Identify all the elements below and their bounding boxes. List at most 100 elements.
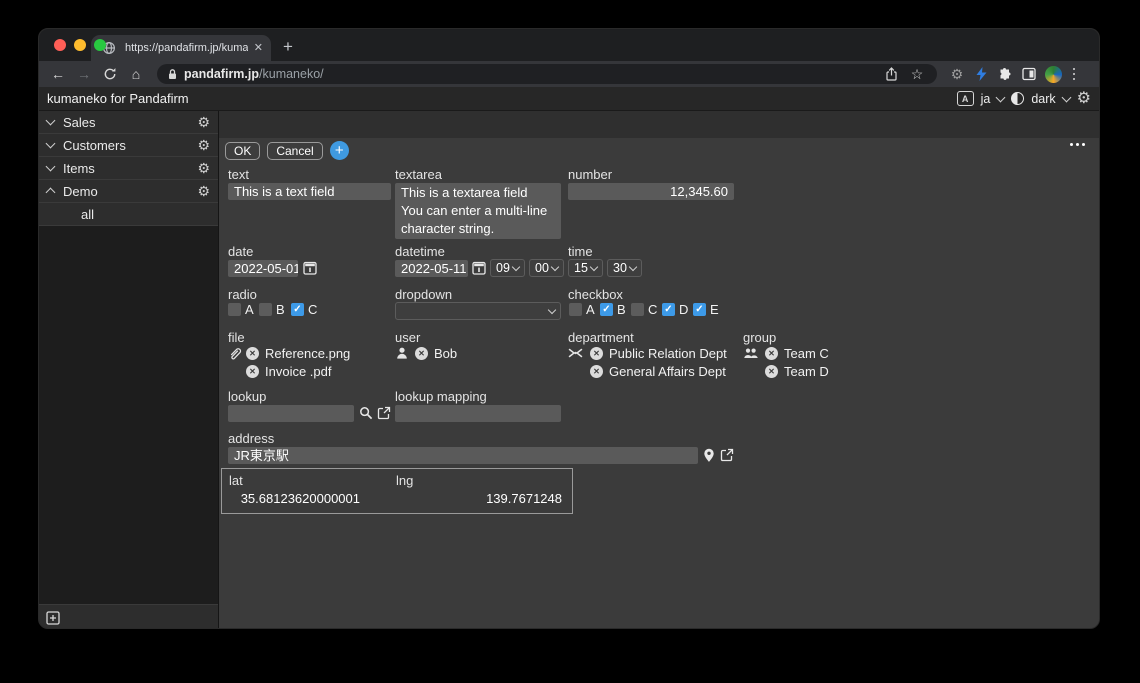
- settings-gear-icon[interactable]: ⚙: [1077, 91, 1091, 107]
- close-tab-icon[interactable]: ✕: [264, 120, 273, 131]
- lookup-input[interactable]: [228, 405, 354, 422]
- field-label-address: address: [228, 431, 274, 446]
- field-label-file: file: [228, 330, 245, 345]
- sidebar-item-items[interactable]: Items ⚙: [39, 157, 218, 180]
- department-name: Public Relation Dept: [609, 346, 727, 361]
- sidebar-item-sales[interactable]: Sales ⚙: [39, 111, 218, 134]
- maximize-window-button[interactable]: [94, 39, 106, 51]
- remove-group-icon[interactable]: ✕: [765, 347, 778, 360]
- map-pin-icon[interactable]: [703, 448, 715, 463]
- number-input[interactable]: 12,345.60: [568, 183, 734, 200]
- browser-toolbar: ← → ⌂ pandafirm.jp/kumaneko/ ☆ ⚙: [39, 61, 1099, 87]
- radio-option-a[interactable]: ✓: [228, 303, 241, 316]
- lightning-extension-icon[interactable]: [971, 64, 991, 84]
- reload-icon[interactable]: [99, 67, 121, 81]
- time-minute-select[interactable]: 30: [607, 259, 642, 277]
- lookup-mapping-input[interactable]: [395, 405, 561, 422]
- sidebar-empty-area: [39, 226, 218, 604]
- field-label-department: department: [568, 330, 634, 345]
- dropdown-select[interactable]: [395, 302, 561, 320]
- profile-avatar[interactable]: [1043, 64, 1063, 84]
- address-input[interactable]: JR東京駅: [228, 447, 698, 464]
- text-input[interactable]: This is a text field: [228, 183, 391, 200]
- datetime-date-input[interactable]: 2022-05-11: [395, 260, 468, 277]
- sidebar-item-demo[interactable]: Demo ⚙: [39, 180, 218, 203]
- sidebar-item-demo-all[interactable]: all: [39, 203, 218, 226]
- back-icon[interactable]: ←: [47, 66, 69, 82]
- theme-contrast-icon[interactable]: [1011, 92, 1024, 105]
- group-name: Team C: [784, 346, 829, 361]
- cancel-button[interactable]: Cancel: [267, 142, 322, 160]
- close-tab-icon[interactable]: ✕: [254, 43, 263, 54]
- remove-file-icon[interactable]: ✕: [246, 365, 259, 378]
- file-chip: ✕ Reference.png: [246, 346, 350, 361]
- close-tab-icon[interactable]: ✕: [243, 120, 252, 131]
- language-select-value[interactable]: ja: [981, 92, 991, 106]
- chevron-down-icon: [46, 116, 56, 126]
- checkbox-option-label: D: [679, 302, 688, 317]
- bookmark-star-icon[interactable]: ☆: [907, 64, 927, 84]
- field-label-datetime: datetime: [395, 244, 445, 259]
- radio-option-c[interactable]: ✓: [291, 303, 304, 316]
- customers-gear-icon[interactable]: ⚙: [197, 138, 210, 152]
- open-external-icon[interactable]: [720, 448, 734, 462]
- minimize-window-button[interactable]: [74, 39, 86, 51]
- department-chip: ✕ Public Relation Dept: [590, 346, 727, 361]
- textarea-input[interactable]: This is a textarea field You can enter a…: [395, 183, 561, 239]
- share-icon[interactable]: [881, 64, 901, 84]
- file-name: Reference.png: [265, 346, 350, 361]
- checkbox-option-a[interactable]: ✓: [569, 303, 582, 316]
- time-hour-select[interactable]: 15: [568, 259, 603, 277]
- calendar-icon[interactable]: [472, 261, 486, 275]
- sidebar-item-label: Demo: [63, 184, 188, 199]
- items-gear-icon[interactable]: ⚙: [197, 161, 210, 175]
- open-external-icon[interactable]: [377, 406, 391, 420]
- datetime-hour-select[interactable]: 09: [490, 259, 525, 277]
- sidebar-item-customers[interactable]: Customers ⚙: [39, 134, 218, 157]
- add-app-icon[interactable]: [46, 611, 60, 625]
- browser-menu-icon[interactable]: [1067, 68, 1081, 81]
- address-bar[interactable]: pandafirm.jp/kumaneko/ ☆: [157, 64, 937, 84]
- search-icon[interactable]: [359, 406, 373, 420]
- remove-file-icon[interactable]: ✕: [246, 347, 259, 360]
- group-icon[interactable]: [743, 346, 759, 360]
- theme-chevron-down-icon[interactable]: [1061, 92, 1071, 102]
- close-window-button[interactable]: [54, 39, 66, 51]
- checkbox-option-c[interactable]: ✓: [631, 303, 644, 316]
- forward-icon[interactable]: →: [73, 66, 95, 82]
- department-icon[interactable]: [568, 346, 583, 360]
- user-chip: ✕ Bob: [415, 346, 457, 361]
- add-button[interactable]: +: [330, 141, 349, 160]
- browser-tab[interactable]: https://pandafirm.jp/kumaneko ✕: [91, 35, 271, 61]
- remove-group-icon[interactable]: ✕: [765, 365, 778, 378]
- radio-option-label: C: [308, 302, 317, 317]
- remove-user-icon[interactable]: ✕: [415, 347, 428, 360]
- datetime-minute-select[interactable]: 00: [529, 259, 564, 277]
- checkbox-option-e[interactable]: ✓: [693, 303, 706, 316]
- checkbox-option-b[interactable]: ✓: [600, 303, 613, 316]
- extension-gear-icon[interactable]: ⚙: [947, 64, 967, 84]
- translate-icon[interactable]: A: [957, 91, 974, 106]
- calendar-icon[interactable]: [303, 261, 317, 275]
- sales-gear-icon[interactable]: ⚙: [197, 115, 210, 129]
- lock-icon: [167, 68, 178, 81]
- url-text: pandafirm.jp/kumaneko/: [184, 67, 324, 81]
- ok-button[interactable]: OK: [225, 142, 260, 160]
- field-label-text: text: [228, 167, 249, 182]
- language-chevron-down-icon[interactable]: [996, 92, 1006, 102]
- date-input[interactable]: 2022-05-01: [228, 260, 298, 277]
- home-icon[interactable]: ⌂: [125, 66, 147, 82]
- more-options-button[interactable]: [1070, 143, 1085, 146]
- extensions-puzzle-icon[interactable]: [995, 64, 1015, 84]
- user-icon[interactable]: [395, 346, 409, 360]
- chevron-up-icon: [46, 188, 56, 198]
- new-tab-button[interactable]: +: [283, 37, 293, 57]
- side-panel-icon[interactable]: [1019, 64, 1039, 84]
- demo-gear-icon[interactable]: ⚙: [197, 184, 210, 198]
- paperclip-icon[interactable]: [228, 346, 242, 361]
- remove-department-icon[interactable]: ✕: [590, 347, 603, 360]
- theme-select-value[interactable]: dark: [1031, 92, 1055, 106]
- radio-option-b[interactable]: ✓: [259, 303, 272, 316]
- remove-department-icon[interactable]: ✕: [590, 365, 603, 378]
- checkbox-option-d[interactable]: ✓: [662, 303, 675, 316]
